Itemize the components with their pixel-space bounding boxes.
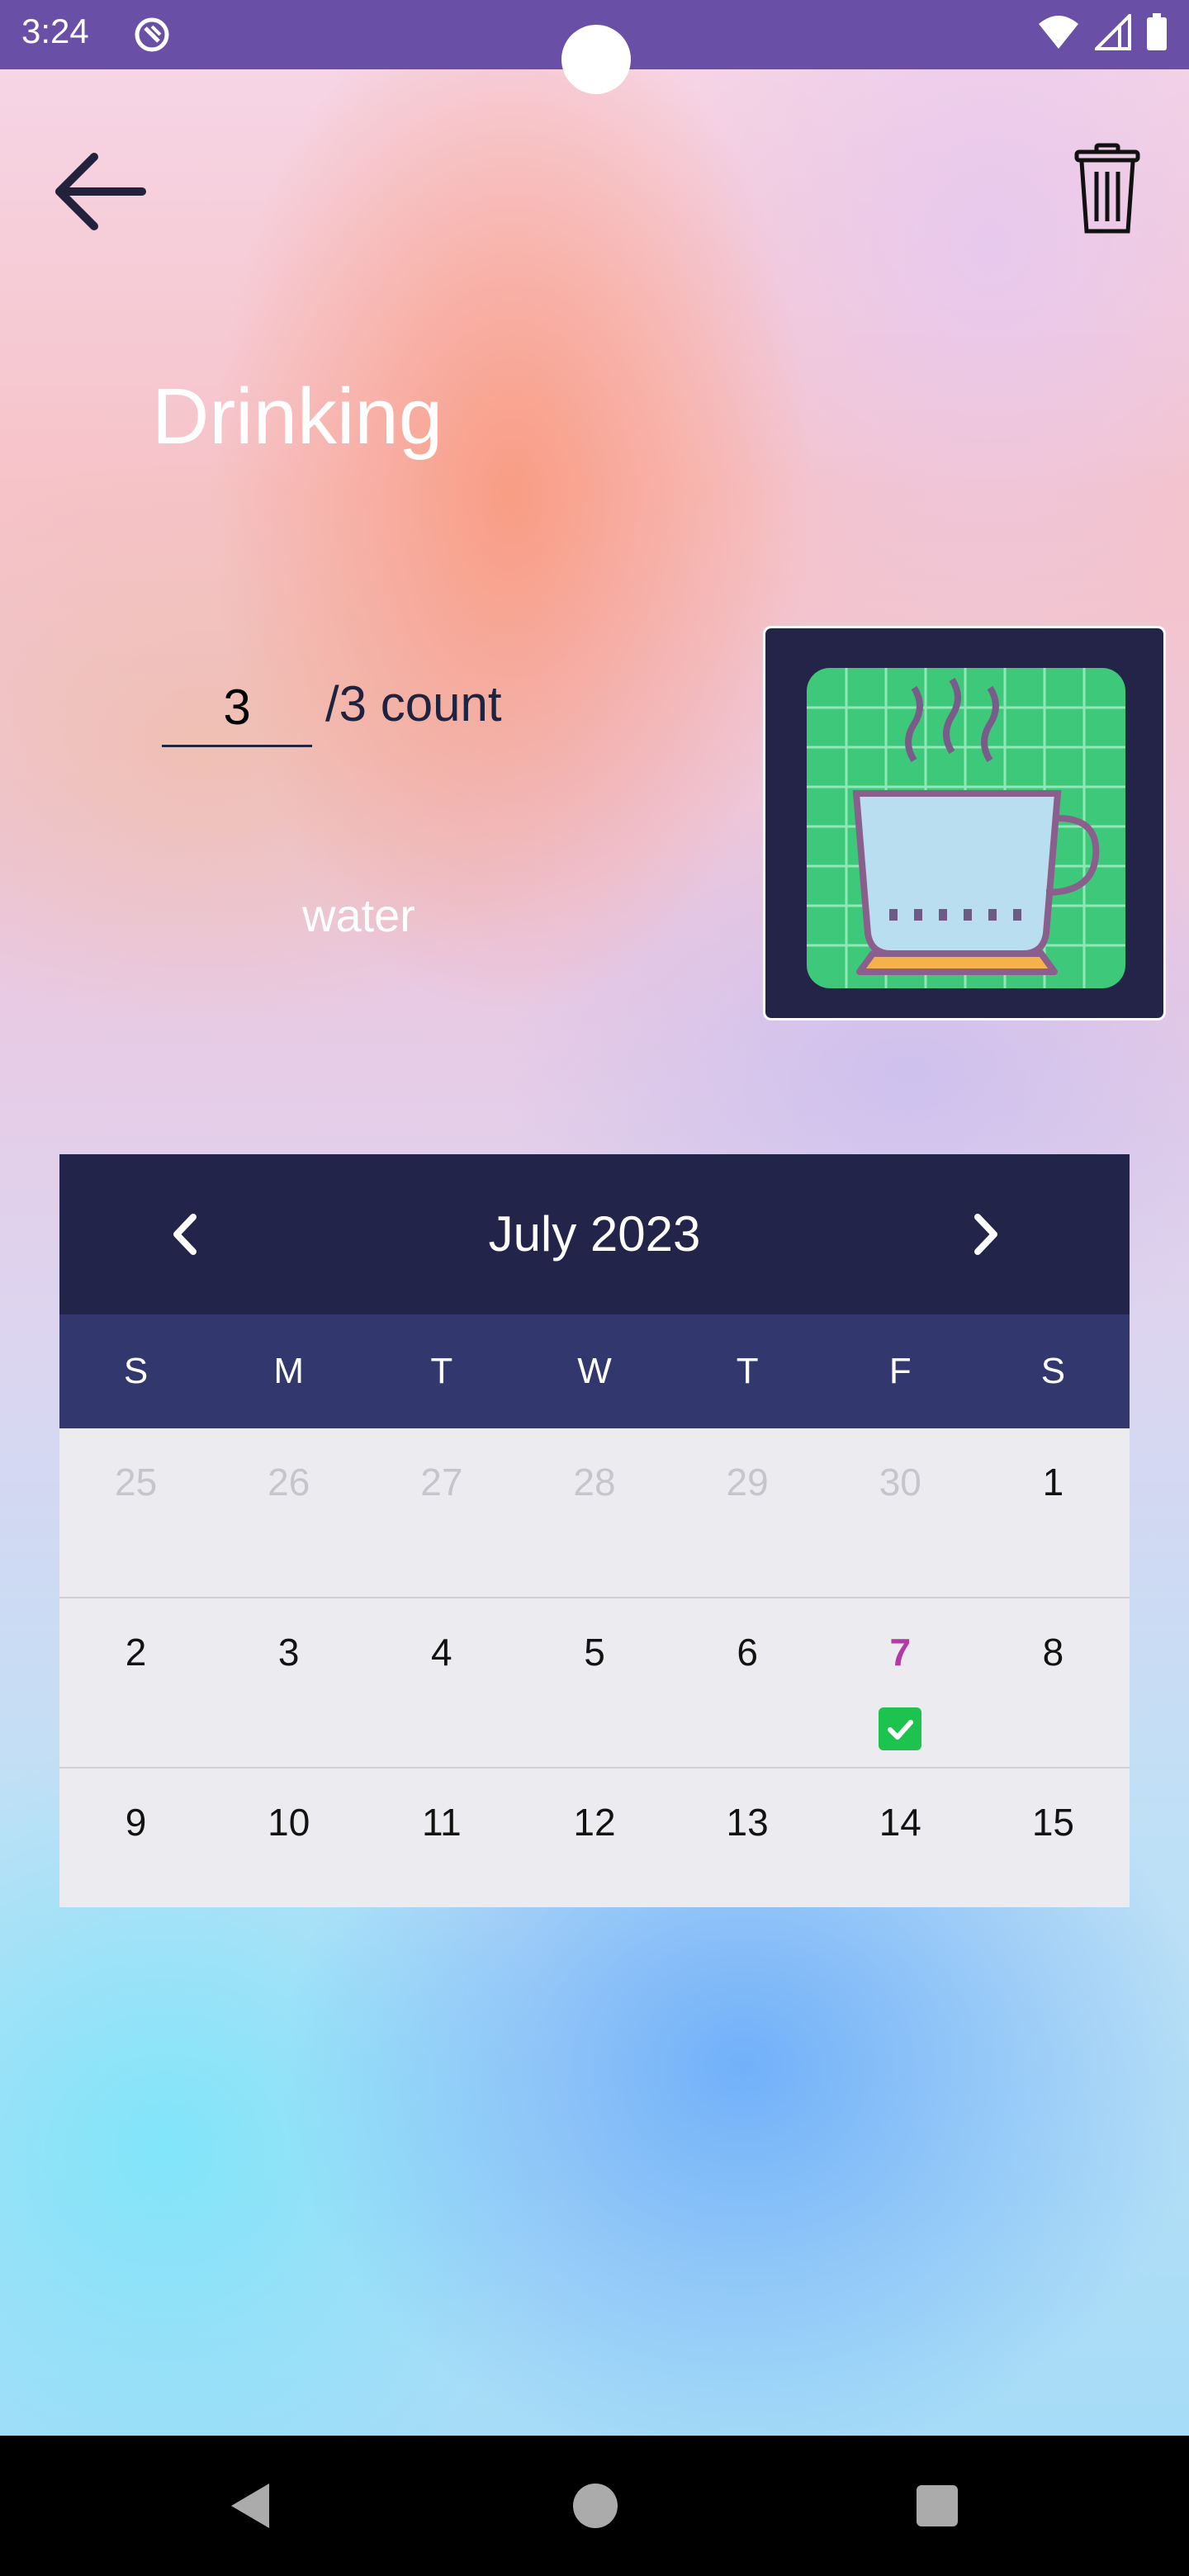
check-calendar-icon [879, 1707, 922, 1750]
calendar-day[interactable]: 9 [59, 1769, 212, 1907]
calendar-day[interactable]: 29 [671, 1428, 824, 1597]
habit-description: water [302, 889, 415, 941]
calendar-day[interactable]: 14 [824, 1769, 977, 1907]
calendar: July 2023 S M T W T F S 25 26 27 28 29 3… [59, 1154, 1130, 1907]
calendar-day[interactable]: 26 [212, 1428, 365, 1597]
weekday-label: W [577, 1351, 612, 1391]
calendar-weekdays: S M T W T F S [59, 1314, 1130, 1428]
app-notification-icon [135, 17, 169, 52]
chevron-right-icon[interactable] [956, 1205, 1014, 1263]
calendar-day[interactable]: 1 [977, 1428, 1130, 1597]
calendar-week: 25 26 27 28 29 30 1 [59, 1428, 1130, 1598]
calendar-day[interactable]: 5 [518, 1598, 670, 1767]
calendar-day[interactable]: 8 [977, 1598, 1130, 1767]
nav-home-icon[interactable] [573, 2484, 618, 2528]
calendar-day-today[interactable]: 7 [824, 1598, 977, 1767]
habit-title: Drinking [152, 372, 443, 461]
wifi-icon [1039, 16, 1078, 49]
calendar-day[interactable]: 25 [59, 1428, 212, 1597]
calendar-week: 2 3 4 5 6 7 8 [59, 1598, 1130, 1769]
weekday-label: S [1040, 1351, 1066, 1391]
count-input[interactable]: 3 [162, 669, 312, 747]
status-icons [1037, 13, 1168, 51]
camera-cutout [561, 25, 631, 94]
count-target-label: /3 count [325, 676, 502, 732]
coffee-cup-icon [807, 668, 1125, 988]
calendar-day-number: 7 [889, 1631, 912, 1674]
calendar-day[interactable]: 6 [671, 1598, 824, 1767]
signal-icon [1095, 14, 1131, 50]
battery-icon [1147, 13, 1167, 50]
calendar-header: July 2023 [59, 1154, 1130, 1314]
trash-icon[interactable] [1070, 140, 1144, 239]
weekday-label: T [736, 1351, 759, 1391]
calendar-day[interactable]: 28 [518, 1428, 670, 1597]
calendar-day[interactable]: 11 [365, 1769, 518, 1907]
habit-image-card[interactable] [763, 626, 1166, 1020]
arrow-left-icon[interactable] [50, 140, 149, 239]
calendar-day[interactable]: 4 [365, 1598, 518, 1767]
calendar-week: 9 10 11 12 13 14 15 [59, 1769, 1130, 1907]
calendar-day[interactable]: 2 [59, 1598, 212, 1767]
calendar-day[interactable]: 12 [518, 1769, 670, 1907]
calendar-day[interactable]: 13 [671, 1769, 824, 1907]
status-time: 3:24 [21, 12, 89, 50]
calendar-day[interactable]: 30 [824, 1428, 977, 1597]
calendar-day[interactable]: 10 [212, 1769, 365, 1907]
calendar-day[interactable]: 15 [977, 1769, 1130, 1907]
weekday-label: F [888, 1351, 912, 1391]
nav-back-icon[interactable] [225, 2480, 276, 2531]
calendar-day[interactable]: 27 [365, 1428, 518, 1597]
nav-recents-icon[interactable] [917, 2485, 958, 2526]
weekday-label: S [123, 1351, 149, 1391]
calendar-day[interactable]: 3 [212, 1598, 365, 1767]
weekday-label: T [430, 1351, 453, 1391]
weekday-label: M [273, 1351, 305, 1391]
